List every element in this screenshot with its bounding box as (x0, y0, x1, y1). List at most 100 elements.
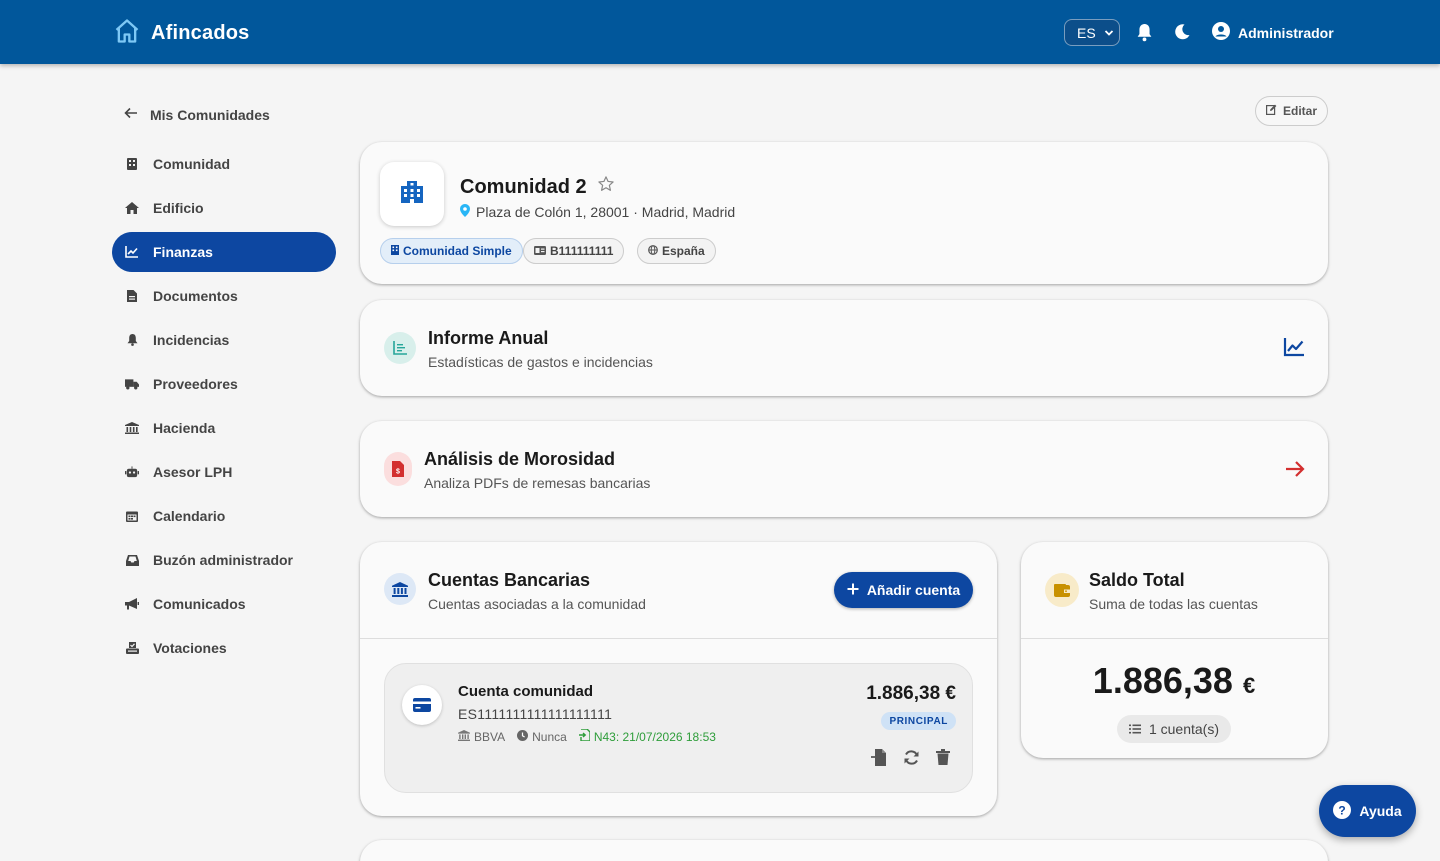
help-button[interactable]: ? Ayuda (1319, 785, 1416, 837)
back-label: Mis Comunidades (150, 106, 270, 123)
back-to-communities-link[interactable]: Mis Comunidades (124, 106, 270, 123)
sidebar-item-asesor-lph[interactable]: Asesor LPH (112, 452, 336, 492)
bell-icon[interactable] (1134, 22, 1154, 42)
sidebar-item-calendario[interactable]: Calendario (112, 496, 336, 536)
svg-text:$: $ (396, 469, 400, 476)
account-actions (870, 748, 952, 766)
cif-value: B111111111 (550, 244, 614, 258)
sidebar-item-buzon[interactable]: Buzón administrador (112, 540, 336, 580)
help-label: Ayuda (1359, 803, 1402, 819)
arrow-left-icon (124, 106, 138, 123)
delinquency-card[interactable]: $ Análisis de Morosidad Analiza PDFs de … (360, 421, 1328, 517)
sidebar-item-label: Edificio (153, 200, 204, 216)
megaphone-icon (125, 597, 139, 611)
chart-line-icon (125, 245, 139, 259)
add-account-label: Añadir cuenta (866, 582, 961, 598)
chart-line-icon[interactable] (1283, 337, 1305, 362)
sidebar-item-votaciones[interactable]: Votaciones (112, 628, 336, 668)
account-item[interactable]: Cuenta comunidad ES1111111111111111111 B… (384, 663, 973, 793)
total-balance-card: Saldo Total Suma de todas las cuentas 1.… (1021, 542, 1328, 758)
truck-icon (125, 377, 139, 391)
pdf-invoice-icon: $ (384, 452, 412, 486)
arrow-right-icon[interactable] (1285, 460, 1305, 483)
home-icon (125, 201, 139, 215)
id-card-icon (534, 244, 546, 258)
delinquency-subtitle: Analiza PDFs de remesas bancarias (424, 475, 651, 491)
bank-accounts-subtitle: Cuentas asociadas a la comunidad (428, 596, 646, 612)
sidebar-item-proveedores[interactable]: Proveedores (112, 364, 336, 404)
add-account-button[interactable]: Añadir cuenta (834, 572, 973, 608)
bank-name: BBVA (474, 729, 506, 744)
brand[interactable]: Afincados (113, 17, 249, 50)
report-icon (384, 332, 416, 364)
bank-name-meta: BBVA (458, 729, 506, 744)
account-count: 1 cuenta(s) (1148, 721, 1220, 737)
document-icon (125, 289, 139, 303)
annual-report-card[interactable]: Informe Anual Estadísticas de gastos e i… (360, 300, 1328, 396)
import-file-icon[interactable] (870, 748, 888, 766)
trash-icon[interactable] (934, 748, 952, 766)
principal-badge: PRINCIPAL (881, 712, 956, 730)
plus-icon (847, 582, 859, 598)
sidebar-item-documentos[interactable]: Documentos (112, 276, 336, 316)
divider (360, 638, 997, 639)
account-balance: 1.886,38 € (866, 683, 956, 704)
sidebar-item-label: Calendario (153, 508, 226, 524)
sidebar-item-label: Hacienda (153, 420, 216, 436)
clock-icon (517, 729, 529, 744)
moon-icon[interactable] (1172, 22, 1192, 42)
sidebar-item-comunidad[interactable]: Comunidad (112, 144, 336, 184)
sidebar-item-label: Incidencias (153, 332, 230, 348)
sidebar-item-label: Comunicados (153, 596, 246, 612)
total-amount-value: 1.886,38 (1092, 660, 1233, 701)
user-menu[interactable]: Administrador (1212, 22, 1334, 43)
total-balance-title: Saldo Total (1089, 570, 1185, 590)
total-amount-currency: € (1242, 673, 1256, 698)
ballot-icon (125, 641, 139, 655)
language-select[interactable]: ES (1064, 19, 1120, 46)
country-chip: España (637, 238, 716, 264)
total-balance-amount: 1.886,38 € (1021, 660, 1327, 702)
n43-date: N43: 21/07/2026 18:53 (593, 729, 716, 744)
brand-title: Afincados (151, 22, 250, 44)
sidebar-item-edificio[interactable]: Edificio (112, 188, 336, 228)
robot-icon (125, 465, 139, 479)
annual-report-subtitle: Estadísticas de gastos e incidencias (428, 354, 653, 370)
edit-button[interactable]: Editar (1255, 96, 1328, 126)
language-value: ES (1077, 24, 1096, 41)
sidebar-item-hacienda[interactable]: Hacienda (112, 408, 336, 448)
building-icon (391, 244, 399, 258)
star-icon[interactable] (597, 175, 615, 199)
location-pin-icon (460, 204, 470, 220)
country-value: España (662, 244, 705, 258)
sync-icon[interactable] (902, 748, 920, 766)
divider (1021, 638, 1328, 639)
svg-text:?: ? (1339, 803, 1346, 817)
delinquency-title: Análisis de Morosidad (424, 449, 616, 469)
account-iban: ES1111111111111111111 (458, 706, 613, 722)
wallet-icon (1045, 573, 1079, 607)
sidebar-item-finanzas[interactable]: Finanzas (112, 232, 336, 272)
address-text: Plaza de Colón 1, 28001 · Madrid, Madrid (476, 204, 736, 220)
sidebar-item-label: Votaciones (153, 640, 227, 656)
credit-card-icon (402, 685, 442, 725)
calendar-icon (125, 509, 139, 523)
last-sync-meta: Nunca (517, 729, 567, 744)
community-card: Comunidad 2 Plaza de Colón 1, 28001 · Ma… (360, 142, 1328, 284)
n43-meta: N43: 21/07/2026 18:53 (578, 728, 716, 744)
building-icon (125, 157, 139, 171)
community-title: Comunidad 2 (460, 175, 615, 199)
inbox-icon (125, 553, 139, 567)
account-meta: BBVA Nunca N43: 21/07/2026 18:53 (458, 728, 716, 744)
sidebar-item-incidencias[interactable]: Incidencias (112, 320, 336, 360)
total-balance-subtitle: Suma de todas las cuentas (1089, 596, 1258, 612)
chevron-down-icon (1104, 25, 1114, 41)
last-sync: Nunca (532, 729, 567, 744)
bank-icon (125, 421, 139, 435)
app-header: Afincados ES Administrador (0, 0, 1440, 64)
sidebar-item-comunicados[interactable]: Comunicados (112, 584, 336, 624)
building-icon (400, 180, 424, 208)
user-avatar-icon (1212, 22, 1230, 43)
community-name: Comunidad 2 (460, 175, 587, 198)
globe-icon (648, 244, 658, 258)
